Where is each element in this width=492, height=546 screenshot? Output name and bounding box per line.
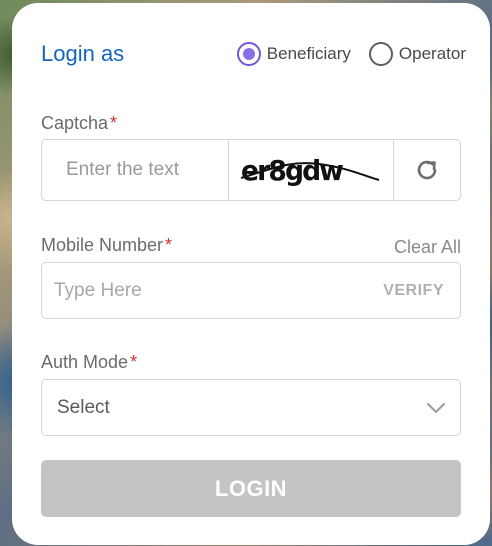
captcha-image: er8gdw [228,140,394,200]
mobile-number-field: VERIFY [41,262,461,319]
login-button[interactable]: LOGIN [41,460,461,517]
verify-button[interactable]: VERIFY [383,282,460,300]
radio-operator-label: Operator [398,44,466,63]
captcha-label-text: Captcha [41,113,109,133]
auth-mode-selected-value: Select [57,396,110,418]
auth-mode-select[interactable]: Select [41,379,461,436]
radio-beneficiary[interactable]: Beneficiary [236,42,351,66]
captcha-refresh-button[interactable] [394,140,460,200]
login-card: Login as Beneficiary Operator Captcha * e… [12,3,490,545]
mobile-number-label-text: Mobile Number [41,235,164,255]
required-mark: * [165,235,173,255]
radio-operator[interactable]: Operator [368,42,466,66]
login-title: Login as [41,41,125,66]
captcha-text: er8gdw [241,154,344,187]
clear-all-link[interactable]: Clear All [394,237,461,258]
captcha-label: Captcha * [41,113,117,134]
captcha-input[interactable] [42,140,228,200]
login-header: Login as Beneficiary Operator [41,41,466,69]
mobile-number-input[interactable] [42,263,384,318]
refresh-icon [417,160,437,180]
login-type-radio-group: Beneficiary Operator [219,41,466,67]
chevron-down-icon [412,402,460,414]
auth-mode-label: Auth Mode * [41,352,137,373]
required-mark: * [130,352,138,372]
required-mark: * [110,113,118,133]
radio-beneficiary-label: Beneficiary [266,44,351,63]
auth-mode-label-text: Auth Mode [41,352,129,372]
radio-unchecked-icon [368,42,393,66]
mobile-number-label: Mobile Number * [41,235,172,256]
captcha-field: er8gdw [41,139,461,201]
radio-checked-icon [236,42,261,66]
